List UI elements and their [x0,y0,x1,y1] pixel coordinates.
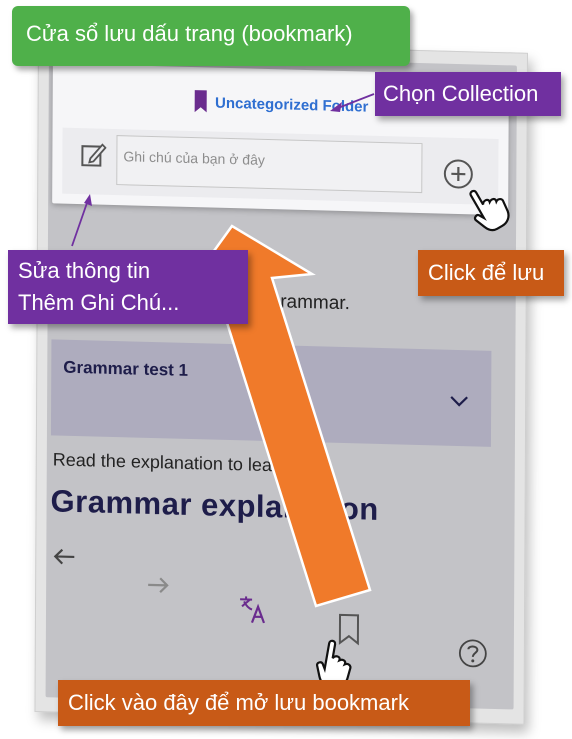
forward-button[interactable] [146,576,170,595]
bookmark-outline-icon [338,613,360,646]
callout-choose-collection: Chọn Collection [375,72,561,116]
plus-circle-icon[interactable] [442,158,474,196]
help-button[interactable] [458,638,488,669]
explanation-text: Read the explanation to learn m [52,449,309,477]
chevron-down-icon [449,394,469,414]
callout-edit-info: Sửa thông tin Thêm Ghi Chú... [8,250,248,324]
back-button[interactable] [52,547,76,566]
bookmark-icon [193,89,209,117]
callout-edit-line-2: Thêm Ghi Chú... [18,290,180,315]
callout-click-open-bookmark: Click vào đây để mở lưu bookmark [58,680,470,726]
edit-note-icon[interactable] [80,140,107,174]
translate-button[interactable] [238,594,268,625]
arrow-right-icon [146,576,170,595]
callout-click-save: Click để lưu [418,250,564,296]
callout-edit-line-1: Sửa thông tin [18,258,151,283]
help-icon [458,638,488,669]
note-area: Ghi chú của bạn ở đây [62,127,499,206]
title-badge: Cửa sổ lưu dấu trang (bookmark) [12,6,410,66]
note-input[interactable]: Ghi chú của bạn ở đây [116,135,423,194]
phone-screenshot-frame: Uncategorized Folder Ghi chú của bạn ở đ… [34,40,528,725]
page-heading: Grammar explanation [50,483,379,527]
accordion-label: Grammar test 1 [63,357,189,380]
bookmark-nav-button[interactable] [338,613,360,646]
translate-icon [238,594,268,625]
accordion-grammar-test[interactable]: Grammar test 1 [50,339,492,447]
grammar-text: grammar. [269,291,350,315]
app-screen: Uncategorized Folder Ghi chú của bạn ở đ… [45,53,517,710]
arrow-left-icon [52,547,76,566]
collection-name: Uncategorized Folder [214,94,369,116]
tutorial-image: Uncategorized Folder Ghi chú của bạn ở đ… [0,0,572,739]
